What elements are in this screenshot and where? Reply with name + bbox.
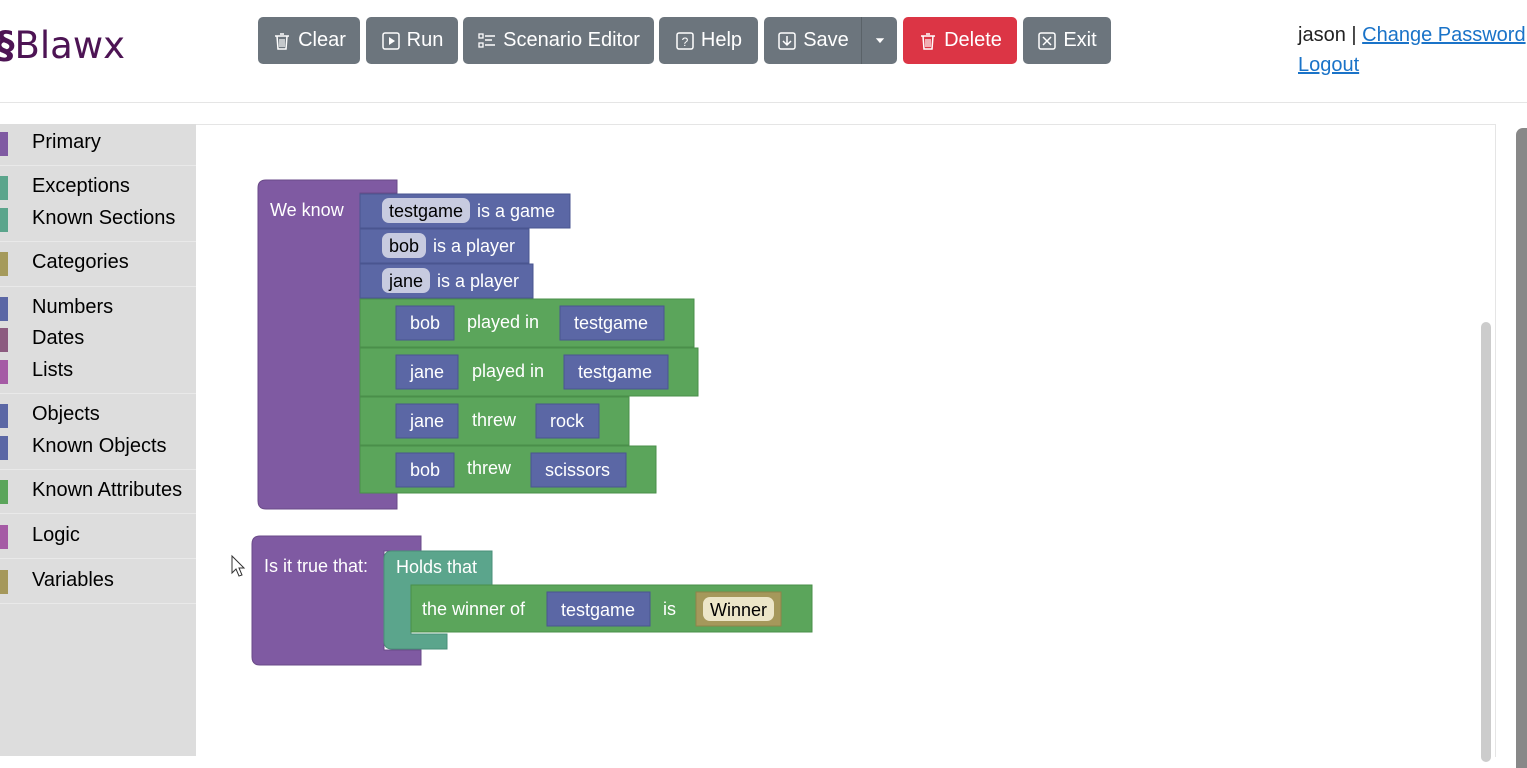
exit-button[interactable]: Exit: [1023, 17, 1111, 64]
workspace-vertical-scrollbar[interactable]: [1481, 322, 1491, 762]
toolbox-category-numbers[interactable]: Numbers: [0, 293, 196, 323]
toolbox-category-primary[interactable]: Primary: [0, 128, 196, 158]
trash-icon: [921, 32, 936, 50]
toolbox-category-logic[interactable]: Logic: [0, 521, 196, 551]
list-check-icon: [478, 32, 496, 48]
download-icon: [778, 31, 796, 50]
trash-icon: [275, 32, 290, 50]
username: jason: [1298, 24, 1346, 46]
blockly-workspace[interactable]: [196, 124, 1496, 757]
side-panel-toggle[interactable]: [1516, 128, 1527, 768]
toolbox-category-lists[interactable]: Lists: [0, 356, 196, 386]
toolbox-category-variables[interactable]: Variables: [0, 566, 196, 596]
toolbox-separator: [0, 513, 196, 514]
question-icon: ?: [676, 31, 694, 50]
change-password-link[interactable]: Change Password: [1362, 24, 1525, 46]
svg-text:?: ?: [682, 35, 689, 49]
toolbox-category-exceptions[interactable]: Exceptions: [0, 172, 196, 202]
run-button[interactable]: Run: [366, 17, 458, 64]
toolbox-separator: [0, 241, 196, 242]
toolbox-category-dates[interactable]: Dates: [0, 324, 196, 354]
toolbox-separator: [0, 393, 196, 394]
toolbox-separator: [0, 469, 196, 470]
toolbox-separator: [0, 603, 196, 604]
toolbox-category-categories[interactable]: Categories: [0, 248, 196, 278]
blawx-logo[interactable]: §Blawx: [0, 24, 125, 67]
app-header: §Blawx Clear Run Scenario Editor ? Help …: [0, 0, 1527, 103]
toolbox-category-known-objects[interactable]: Known Objects: [0, 432, 196, 462]
toolbox-category-known-sections[interactable]: Known Sections: [0, 204, 196, 234]
block-toolbox: Primary Exceptions Known Sections Catego…: [0, 124, 196, 756]
toolbox-separator: [0, 558, 196, 559]
play-icon: [381, 31, 400, 50]
scenario-editor-button[interactable]: Scenario Editor: [463, 17, 654, 64]
save-button[interactable]: Save: [764, 17, 862, 64]
toolbox-category-known-attributes[interactable]: Known Attributes: [0, 476, 196, 506]
logout-link[interactable]: Logout: [1298, 54, 1359, 76]
save-dropdown-toggle[interactable]: [861, 17, 897, 64]
toolbox-separator: [0, 286, 196, 287]
toolbox-category-objects[interactable]: Objects: [0, 400, 196, 430]
clear-button[interactable]: Clear: [258, 17, 360, 64]
user-menu: jason | Change Password | Logout: [1298, 24, 1526, 76]
caret-down-icon: [875, 37, 884, 43]
toolbox-separator: [0, 165, 196, 166]
help-button[interactable]: ? Help: [659, 17, 758, 64]
close-icon: [1038, 31, 1057, 50]
delete-button[interactable]: Delete: [903, 17, 1017, 64]
